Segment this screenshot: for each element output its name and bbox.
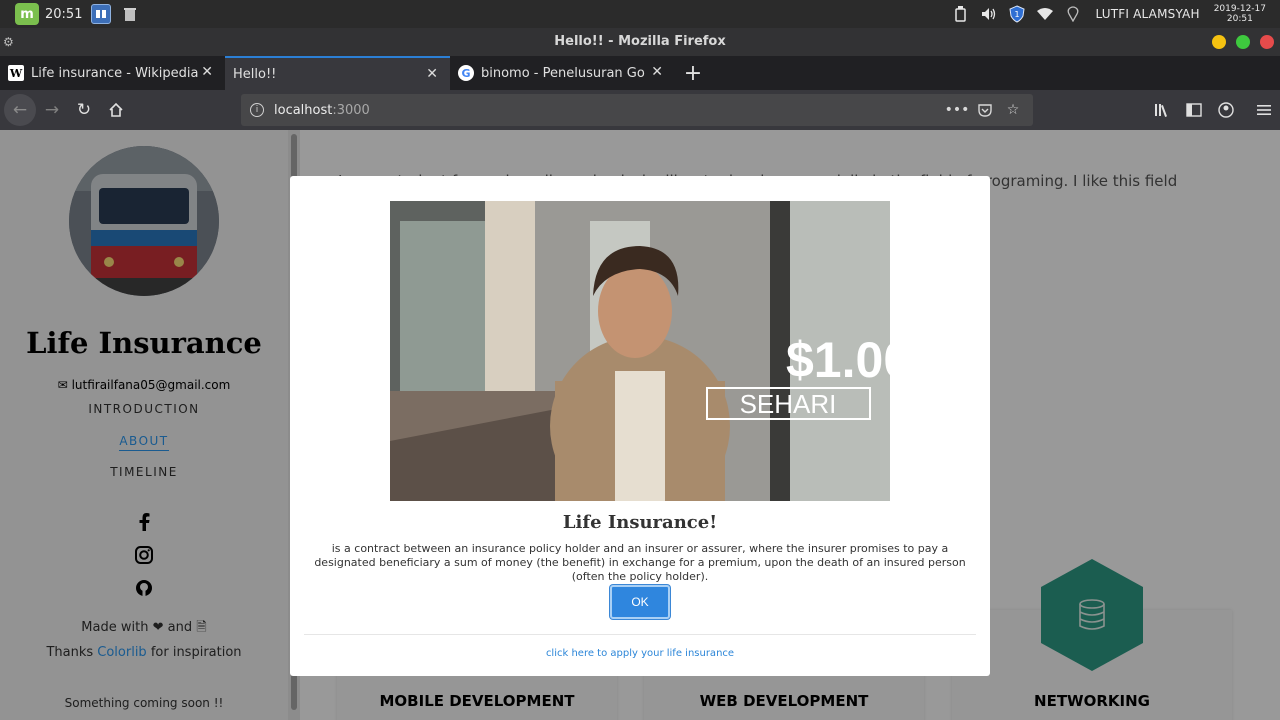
account-icon[interactable] (1210, 94, 1242, 126)
window-title: Hello!! - Mozilla Firefox (554, 34, 726, 49)
wifi-icon[interactable] (1035, 4, 1055, 24)
reload-button[interactable]: ↻ (68, 94, 100, 126)
trash-icon[interactable] (120, 4, 140, 24)
maximize-button[interactable] (1236, 35, 1250, 49)
tab-label: binomo - Penelusuran Goog (481, 65, 645, 81)
modal-divider (304, 634, 976, 635)
panel-time: 20:51 (1226, 14, 1253, 24)
modal-title: Life Insurance! (562, 512, 718, 533)
google-icon: G (458, 65, 474, 81)
close-icon[interactable]: ✕ (651, 64, 663, 80)
panel-datetime[interactable]: 2019-12-17 20:51 (1214, 4, 1266, 24)
ok-button[interactable]: OK (610, 585, 670, 619)
tab-label: Life insurance - Wikipedia (31, 65, 199, 81)
tab-binomo[interactable]: G binomo - Penelusuran Goog ✕ (450, 56, 675, 90)
svg-text:1: 1 (1015, 10, 1020, 19)
mint-menu-icon[interactable]: m (15, 3, 39, 25)
close-icon[interactable]: ✕ (201, 64, 213, 80)
window-titlebar: ⚙ Hello!! - Mozilla Firefox (0, 28, 1280, 56)
volume-icon[interactable] (979, 4, 999, 24)
minimize-button[interactable] (1212, 35, 1226, 49)
library-icon[interactable] (1146, 94, 1178, 126)
usb-icon[interactable] (951, 4, 971, 24)
gear-icon[interactable]: ⚙ (3, 28, 14, 56)
files-icon[interactable] (91, 4, 112, 24)
tab-hello[interactable]: Hello!! ✕ (225, 56, 450, 90)
new-tab-button[interactable]: + (679, 56, 707, 90)
shield-icon[interactable]: 1 (1007, 4, 1027, 24)
panel-date: 2019-12-17 (1213, 4, 1266, 14)
forward-button[interactable]: → (36, 94, 68, 126)
tab-label: Hello!! (233, 66, 277, 82)
url-port: :3000 (332, 102, 370, 118)
life-insurance-modal: $1.000 SEHARI Life Insurance! is a contr… (290, 176, 990, 676)
apply-insurance-link[interactable]: click here to apply your life insurance (290, 648, 990, 659)
back-button[interactable]: ← (4, 94, 36, 126)
modal-body-text: is a contract between an insurance polic… (314, 542, 966, 583)
pocket-icon[interactable] (971, 98, 999, 122)
close-icon[interactable]: ✕ (426, 66, 438, 82)
modal-image: $1.000 SEHARI (390, 201, 890, 501)
menu-icon[interactable] (1248, 94, 1280, 126)
sidebar-toggle-icon[interactable] (1178, 94, 1210, 126)
tab-bar: W Life insurance - Wikipedia ✕ Hello!! ✕… (0, 56, 1280, 90)
bookmark-star-icon[interactable]: ☆ (999, 98, 1027, 122)
panel-clock: 20:51 (45, 6, 83, 22)
home-button[interactable] (100, 94, 132, 126)
page-actions-icon[interactable]: ••• (943, 98, 971, 122)
modal-image-amount: $1.000 (786, 332, 890, 388)
navigation-toolbar: ← → ↻ i localhost:3000 ••• ☆ (0, 90, 1280, 130)
close-window-button[interactable] (1260, 35, 1274, 49)
panel-user-name[interactable]: LUTFI ALAMSYAH (1095, 7, 1199, 21)
wikipedia-icon: W (8, 65, 24, 81)
tab-wikipedia[interactable]: W Life insurance - Wikipedia ✕ (0, 56, 225, 90)
url-host: localhost (274, 102, 333, 118)
address-bar[interactable]: i localhost:3000 ••• ☆ (241, 94, 1033, 126)
modal-image-caption: SEHARI (740, 389, 837, 419)
location-icon[interactable] (1063, 4, 1083, 24)
site-info-icon[interactable]: i (250, 103, 264, 117)
os-top-panel: m 20:51 1 LUTFI ALAMSYAH 2019-12-17 20:5… (0, 0, 1280, 28)
